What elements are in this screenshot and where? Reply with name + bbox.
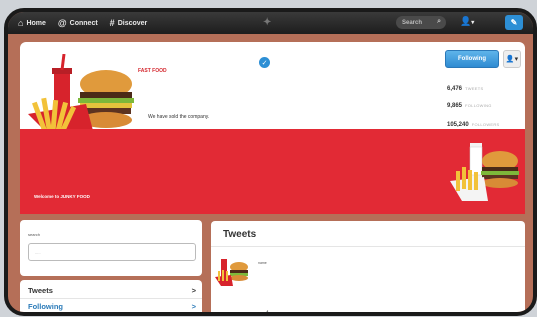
person-dropdown-icon: 👤▾ — [505, 56, 519, 63]
search-placeholder: Search — [402, 19, 423, 26]
nav-home-label: Home — [26, 19, 46, 27]
divider — [211, 246, 525, 247]
chevron-right-icon: > — [191, 286, 196, 295]
search-icon[interactable]: ⌕ — [437, 18, 441, 26]
stat-following[interactable]: 9,865 FOLLOWING — [447, 103, 492, 109]
tweets-title: Tweets — [223, 229, 257, 240]
sidebar-search-card: search ..... — [20, 220, 202, 276]
stat-tweets-label: TWEETS — [465, 86, 484, 91]
at-icon: @ — [57, 18, 67, 28]
following-button-label: Following — [458, 56, 486, 62]
sidebar-search-label: search — [28, 232, 41, 237]
nav-home[interactable]: ⌂ Home — [18, 18, 46, 28]
stat-followers-num: 105,240 — [447, 122, 469, 128]
user-actions-dropdown[interactable]: 👤▾ — [503, 50, 521, 68]
stat-followers-label: FOLLOWERS — [471, 122, 500, 127]
hash-icon: # — [109, 18, 115, 28]
twitter-window: ⌂ Home @ Connect # Discover ✦ Search ⌕ 👤… — [4, 8, 537, 316]
stat-tweets-num: 6,476 — [447, 86, 463, 92]
nav-tweets-label: Tweets — [28, 286, 53, 295]
banner-food-image — [450, 143, 519, 201]
sidebar-search-input[interactable]: ..... — [28, 243, 196, 261]
profile-name: FAST FOOD — [138, 68, 167, 74]
chevron-right-icon: > — [191, 302, 196, 311]
profile-banner: Welcome to JUNKY FOOD — [20, 129, 525, 214]
following-button[interactable]: Following — [445, 50, 499, 68]
stat-following-num: 9,865 — [447, 103, 463, 109]
search-input[interactable]: Search ⌕ — [396, 16, 446, 29]
bird-logo-icon[interactable]: ✦ — [263, 17, 271, 28]
profile-bio: We have sold the company. — [148, 114, 210, 120]
stat-followers[interactable]: 105,240 FOLLOWERS — [447, 122, 500, 128]
tweets-panel: Tweets name 1 — [211, 221, 525, 316]
compose-icon[interactable]: ✎ — [505, 15, 523, 30]
tweet-author-name[interactable]: name — [258, 261, 267, 265]
nav-discover[interactable]: # Discover — [110, 18, 148, 28]
stat-tweets[interactable]: 6,476 TWEETS — [447, 86, 483, 92]
tweet-avatar[interactable] — [215, 257, 249, 287]
tweet-highlight — [301, 313, 313, 316]
sidebar-search-placeholder: ..... — [35, 250, 41, 255]
top-navbar: ⌂ Home @ Connect # Discover ✦ Search ⌕ 👤… — [8, 12, 533, 34]
nav-connect-label: Connect — [69, 19, 98, 27]
nav-connect[interactable]: @ Connect — [58, 18, 98, 28]
tweet-number: 1 — [266, 311, 270, 316]
verified-badge-icon: ✓ — [259, 57, 270, 68]
divider — [20, 298, 202, 299]
person-icon[interactable]: 👤▾ — [460, 16, 474, 27]
home-icon: ⌂ — [18, 18, 24, 28]
profile-nav-card: Tweets > Following > — [20, 280, 202, 312]
nav-following-link[interactable]: Following > — [28, 302, 196, 311]
nav-following-label: Following — [28, 302, 63, 311]
nav-tweets-link[interactable]: Tweets > — [28, 286, 196, 295]
nav-discover-label: Discover — [117, 19, 148, 27]
stat-following-label: FOLLOWING — [465, 103, 492, 108]
banner-welcome-text: Welcome to JUNKY FOOD — [34, 194, 90, 199]
